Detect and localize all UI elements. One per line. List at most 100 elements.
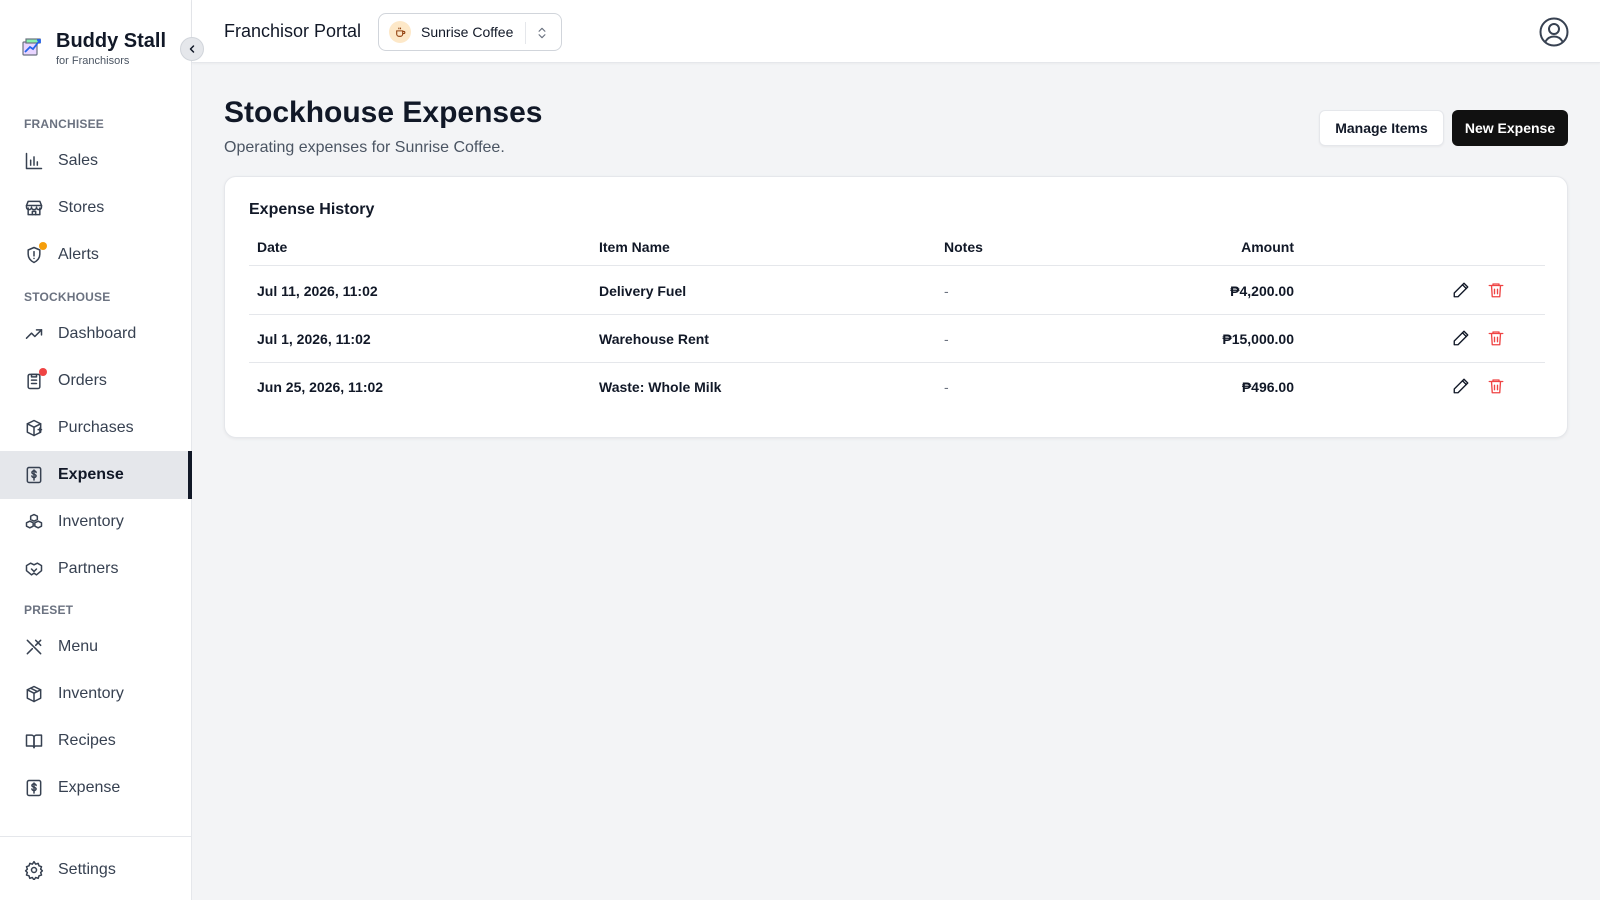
receipt-dollar-icon bbox=[24, 778, 44, 798]
sidebar-item-label: Expense bbox=[58, 779, 121, 796]
chevrons-up-down-icon bbox=[533, 23, 551, 43]
brand[interactable]: Buddy Stall for Franchisors bbox=[20, 28, 166, 68]
coffee-cup-icon bbox=[395, 27, 405, 37]
sidebar-item-label: Purchases bbox=[58, 419, 134, 436]
portal-title: Franchisor Portal bbox=[224, 21, 362, 41]
alert-shield-icon bbox=[24, 242, 47, 265]
table-row: Jul 11, 2026, 11:02 Delivery Fuel - ₱4,2… bbox=[249, 266, 1545, 315]
table-row: Jul 1, 2026, 11:02 Warehouse Rent - ₱15,… bbox=[249, 314, 1545, 363]
store-icon bbox=[24, 198, 44, 218]
sidebar-item-sales[interactable]: Sales bbox=[0, 137, 192, 185]
sidebar-item-preset-inventory[interactable]: Inventory bbox=[0, 670, 192, 718]
column-header-date: Date bbox=[257, 239, 288, 255]
receipt-dollar-icon bbox=[24, 465, 44, 485]
section-label-franchisee: FRANCHISEE bbox=[24, 117, 105, 131]
handshake-icon bbox=[24, 559, 44, 579]
brand-title: Buddy Stall bbox=[56, 30, 167, 52]
trash-icon bbox=[1488, 379, 1504, 394]
delete-button[interactable] bbox=[1487, 329, 1505, 347]
cell-item-name: Delivery Fuel bbox=[599, 283, 687, 299]
sidebar-item-purchases[interactable]: Purchases bbox=[0, 404, 192, 452]
sidebar-item-label: Dashboard bbox=[58, 325, 137, 342]
page-subtitle: Operating expenses for Sunrise Coffee. bbox=[224, 139, 505, 156]
trash-icon bbox=[1488, 283, 1504, 298]
table-header: Date Item Name Notes Amount bbox=[249, 229, 1545, 266]
trending-up-icon bbox=[24, 324, 44, 344]
sidebar-item-inventory[interactable]: Inventory bbox=[0, 498, 192, 546]
package-icon bbox=[24, 684, 44, 704]
delete-button[interactable] bbox=[1487, 377, 1505, 395]
delete-button[interactable] bbox=[1487, 281, 1505, 299]
cell-date: Jun 25, 2026, 11:02 bbox=[257, 379, 384, 395]
pencil-icon bbox=[1453, 282, 1469, 298]
sidebar-item-label: Alerts bbox=[58, 246, 99, 263]
trash-icon bbox=[1488, 331, 1504, 346]
sidebar-item-label: Orders bbox=[58, 372, 107, 389]
boxes-icon bbox=[24, 512, 44, 532]
edit-button[interactable] bbox=[1452, 281, 1470, 299]
edit-button[interactable] bbox=[1452, 377, 1470, 395]
sidebar-item-label: Recipes bbox=[58, 732, 116, 749]
utensils-crossed-icon bbox=[24, 637, 44, 657]
cell-date: Jul 11, 2026, 11:02 bbox=[257, 283, 378, 299]
cell-item-name: Warehouse Rent bbox=[599, 331, 709, 347]
page-title: Stockhouse Expenses bbox=[224, 96, 543, 129]
new-expense-button[interactable]: New Expense bbox=[1452, 110, 1568, 146]
cell-notes: - bbox=[944, 283, 949, 299]
sidebar-item-label: Inventory bbox=[58, 513, 124, 530]
card-title: Expense History bbox=[249, 201, 375, 218]
sidebar-item-label: Partners bbox=[58, 560, 119, 577]
gear-icon bbox=[24, 860, 44, 880]
store-name: Sunrise Coffee bbox=[421, 24, 514, 40]
package-plus-icon bbox=[24, 418, 44, 438]
column-header-item-name: Item Name bbox=[599, 239, 670, 255]
brand-logo-icon bbox=[22, 38, 41, 56]
section-label-preset: PRESET bbox=[24, 603, 74, 617]
sidebar-divider bbox=[0, 836, 192, 837]
sidebar-item-label: Stores bbox=[58, 199, 105, 216]
cell-amount: ₱496.00 bbox=[1241, 379, 1294, 395]
sidebar-item-label: Settings bbox=[58, 861, 116, 878]
alerts-badge-dot bbox=[39, 242, 47, 250]
topbar: Franchisor Portal Sunrise Coffee bbox=[192, 0, 1600, 63]
sidebar-item-dashboard[interactable]: Dashboard bbox=[0, 310, 192, 358]
cell-date: Jul 1, 2026, 11:02 bbox=[257, 331, 371, 347]
sidebar-item-settings[interactable]: Settings bbox=[0, 846, 192, 894]
store-avatar bbox=[389, 21, 411, 43]
brand-subtitle: for Franchisors bbox=[56, 55, 130, 67]
pencil-icon bbox=[1453, 330, 1469, 346]
sidebar-item-recipes[interactable]: Recipes bbox=[0, 717, 192, 765]
sidebar-item-label: Menu bbox=[58, 638, 99, 655]
sidebar-item-label: Sales bbox=[58, 152, 99, 169]
orders-badge-dot bbox=[39, 368, 47, 376]
sidebar: Buddy Stall for Franchisors FRANCHISEE S… bbox=[0, 0, 192, 900]
cell-notes: - bbox=[944, 331, 949, 347]
sidebar-item-expense[interactable]: Expense bbox=[0, 451, 192, 499]
sidebar-item-menu[interactable]: Menu bbox=[0, 623, 192, 671]
store-switcher[interactable]: Sunrise Coffee bbox=[378, 13, 562, 51]
book-open-icon bbox=[24, 731, 44, 751]
store-switcher-divider bbox=[525, 22, 526, 44]
chevron-left-icon bbox=[189, 45, 195, 53]
sidebar-item-label: Inventory bbox=[58, 685, 124, 702]
sidebar-item-label: Expense bbox=[58, 466, 124, 483]
sidebar-item-alerts[interactable]: Alerts bbox=[0, 231, 192, 279]
bar-chart-icon bbox=[24, 151, 44, 171]
column-header-notes: Notes bbox=[944, 239, 983, 255]
cell-amount: ₱15,000.00 bbox=[1222, 331, 1294, 347]
sidebar-item-partners[interactable]: Partners bbox=[0, 545, 192, 593]
manage-items-button[interactable]: Manage Items bbox=[1319, 110, 1444, 146]
expense-history-card: Expense History Date Item Name Notes Amo… bbox=[224, 176, 1568, 438]
sidebar-collapse-button[interactable] bbox=[180, 37, 204, 61]
sidebar-item-stores[interactable]: Stores bbox=[0, 184, 192, 232]
column-header-amount: Amount bbox=[1241, 239, 1294, 255]
section-label-stockhouse: STOCKHOUSE bbox=[24, 290, 111, 304]
sidebar-item-preset-expense[interactable]: Expense bbox=[0, 764, 192, 812]
table-row: Jun 25, 2026, 11:02 Waste: Whole Milk - … bbox=[249, 362, 1545, 411]
user-account-icon[interactable] bbox=[1538, 16, 1570, 48]
cell-item-name: Waste: Whole Milk bbox=[599, 379, 722, 395]
sidebar-item-orders[interactable]: Orders bbox=[0, 357, 192, 405]
edit-button[interactable] bbox=[1452, 329, 1470, 347]
cell-amount: ₱4,200.00 bbox=[1230, 283, 1294, 299]
clipboard-list-icon bbox=[24, 368, 47, 391]
